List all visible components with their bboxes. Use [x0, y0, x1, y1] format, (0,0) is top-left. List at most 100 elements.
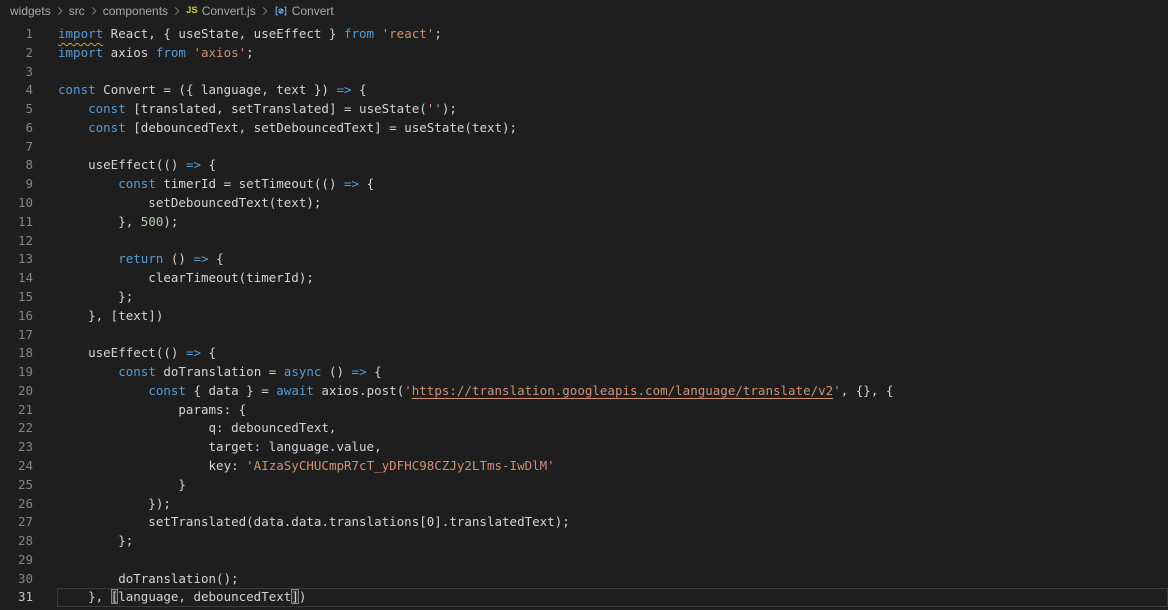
code-line[interactable]: 16 }, [text]) [0, 307, 1168, 326]
code-line[interactable]: 30 doTranslation(); [0, 570, 1168, 589]
code-line[interactable]: 11 }, 500); [0, 213, 1168, 232]
line-number[interactable]: 17 [0, 326, 57, 345]
code-line[interactable]: 7 [0, 138, 1168, 157]
code-line-content: const doTranslation = async () => { [57, 363, 1168, 382]
code-token: [translated, setTranslated] = useState( [126, 101, 427, 116]
line-number[interactable]: 10 [0, 194, 57, 213]
code-token: 500 [141, 214, 164, 229]
line-number[interactable]: 13 [0, 250, 57, 269]
code-line[interactable]: 27 setTranslated(data.data.translations[… [0, 513, 1168, 532]
code-token: doTranslation = [156, 364, 284, 379]
code-token: => [352, 364, 367, 379]
line-number[interactable]: 18 [0, 344, 57, 363]
code-line[interactable]: 9 const timerId = setTimeout(() => { [0, 175, 1168, 194]
code-line[interactable]: 18 useEffect(() => { [0, 344, 1168, 363]
url-link[interactable]: https://translation.googleapis.com/langu… [412, 383, 833, 398]
code-line-content: return () => { [57, 250, 1168, 269]
line-number[interactable]: 2 [0, 44, 57, 63]
breadcrumb-item-convert[interactable]: Convert [274, 4, 334, 18]
code-line-content: setTranslated(data.data.translations[0].… [57, 513, 1168, 532]
code-editor[interactable]: 1import React, { useState, useEffect } f… [0, 25, 1168, 607]
code-line[interactable]: 23 target: language.value, [0, 438, 1168, 457]
line-number[interactable]: 15 [0, 288, 57, 307]
code-line[interactable]: 8 useEffect(() => { [0, 156, 1168, 175]
code-line[interactable]: 31 }, [language, debouncedText]) [0, 588, 1168, 607]
code-line[interactable]: 2import axios from 'axios'; [0, 44, 1168, 63]
code-line[interactable]: 17 [0, 326, 1168, 345]
code-line[interactable]: 4const Convert = ({ language, text }) =>… [0, 81, 1168, 100]
line-number[interactable]: 22 [0, 419, 57, 438]
code-token: }, [text]) [58, 308, 163, 323]
code-line[interactable]: 3 [0, 63, 1168, 82]
line-number[interactable]: 16 [0, 307, 57, 326]
line-number[interactable]: 25 [0, 476, 57, 495]
code-line[interactable]: 24 key: 'AIzaSyCHUCmpR7cT_yDFHC98CZJy2LT… [0, 457, 1168, 476]
code-line[interactable]: 10 setDebouncedText(text); [0, 194, 1168, 213]
breadcrumb-item-widgets[interactable]: widgets [10, 4, 51, 18]
code-token: useEffect(() [58, 345, 186, 360]
code-line[interactable]: 15 }; [0, 288, 1168, 307]
breadcrumb-item-src[interactable]: src [69, 4, 85, 18]
code-token: const [88, 101, 126, 116]
line-number[interactable]: 24 [0, 457, 57, 476]
line-number[interactable]: 20 [0, 382, 57, 401]
line-number[interactable]: 30 [0, 570, 57, 589]
code-line[interactable]: 19 const doTranslation = async () => { [0, 363, 1168, 382]
code-line-content: const [translated, setTranslated] = useS… [57, 100, 1168, 119]
code-line[interactable]: 20 const { data } = await axios.post('ht… [0, 382, 1168, 401]
code-line-content: }); [57, 495, 1168, 514]
code-token: return [118, 251, 163, 266]
line-number[interactable]: 28 [0, 532, 57, 551]
code-line[interactable]: 12 [0, 232, 1168, 251]
code-token: import [58, 45, 103, 60]
code-line-content [57, 551, 1168, 570]
code-line[interactable]: 5 const [translated, setTranslated] = us… [0, 100, 1168, 119]
line-number[interactable]: 1 [0, 25, 57, 44]
code-token: React, { useState, useEffect } [103, 26, 344, 41]
line-number[interactable]: 14 [0, 269, 57, 288]
code-line-content: }; [57, 532, 1168, 551]
breadcrumb-item-components[interactable]: components [103, 4, 168, 18]
code-line-content: useEffect(() => { [57, 344, 1168, 363]
code-line[interactable]: 26 }); [0, 495, 1168, 514]
line-number[interactable]: 7 [0, 138, 57, 157]
code-line[interactable]: 29 [0, 551, 1168, 570]
line-number[interactable]: 6 [0, 119, 57, 138]
line-number[interactable]: 4 [0, 81, 57, 100]
code-token: useEffect(() [58, 157, 186, 172]
chevron-right-icon [170, 4, 184, 18]
code-token: const [58, 82, 96, 97]
line-number[interactable]: 9 [0, 175, 57, 194]
line-number[interactable]: 26 [0, 495, 57, 514]
line-number[interactable]: 3 [0, 63, 57, 82]
code-line[interactable]: 14 clearTimeout(timerId); [0, 269, 1168, 288]
line-number[interactable]: 8 [0, 156, 57, 175]
code-token: () [321, 364, 351, 379]
code-token: 'AIzaSyCHUCmpR7cT_yDFHC98CZJy2LTms-IwDlM… [246, 458, 555, 473]
code-line-content: clearTimeout(timerId); [57, 269, 1168, 288]
code-line-content: const [debouncedText, setDebouncedText] … [57, 119, 1168, 138]
code-line-content: const Convert = ({ language, text }) => … [57, 81, 1168, 100]
breadcrumb-item-convert-js[interactable]: JSConvert.js [186, 4, 256, 18]
line-number[interactable]: 21 [0, 401, 57, 420]
line-number[interactable]: 31 [0, 588, 57, 607]
code-line[interactable]: 28 }; [0, 532, 1168, 551]
line-number[interactable]: 11 [0, 213, 57, 232]
code-line[interactable]: 13 return () => { [0, 250, 1168, 269]
code-token [58, 251, 118, 266]
code-line[interactable]: 22 q: debouncedText, [0, 419, 1168, 438]
code-token: => [193, 251, 208, 266]
code-token [58, 176, 118, 191]
code-line[interactable]: 1import React, { useState, useEffect } f… [0, 25, 1168, 44]
code-line[interactable]: 6 const [debouncedText, setDebouncedText… [0, 119, 1168, 138]
line-number[interactable]: 27 [0, 513, 57, 532]
code-line[interactable]: 21 params: { [0, 401, 1168, 420]
line-number[interactable]: 23 [0, 438, 57, 457]
code-token: target: language.value, [58, 439, 382, 454]
line-number[interactable]: 12 [0, 232, 57, 251]
code-line[interactable]: 25 } [0, 476, 1168, 495]
line-number[interactable]: 19 [0, 363, 57, 382]
line-number[interactable]: 5 [0, 100, 57, 119]
line-number[interactable]: 29 [0, 551, 57, 570]
code-token: ' [404, 383, 412, 398]
